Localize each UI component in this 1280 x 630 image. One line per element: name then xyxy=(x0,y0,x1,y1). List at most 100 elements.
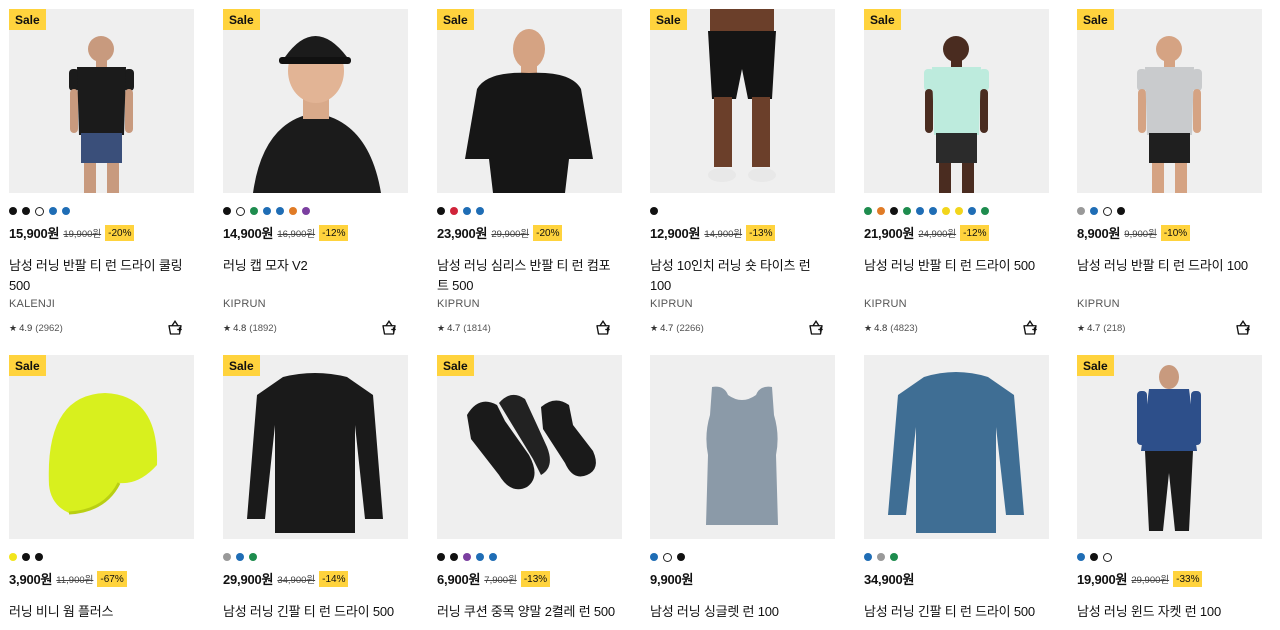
color-swatch[interactable] xyxy=(1090,553,1098,561)
product-title[interactable]: 러닝 비니 웜 플러스 xyxy=(9,602,189,622)
product-image[interactable]: Sale xyxy=(9,355,194,539)
color-swatch[interactable] xyxy=(223,207,231,215)
color-swatch[interactable] xyxy=(223,553,231,561)
color-swatch[interactable] xyxy=(476,553,484,561)
product-card[interactable]: Sale 19,900원 29,900원 -33% 남성 러닝 윈드 자켓 런 10… xyxy=(1077,355,1262,625)
color-swatch[interactable] xyxy=(489,553,497,561)
color-swatch[interactable] xyxy=(35,207,44,216)
product-image[interactable]: Sale xyxy=(864,9,1049,193)
product-title[interactable]: 남성 러닝 반팔 티 런 드라이 500 xyxy=(864,256,1044,276)
product-image[interactable]: Sale xyxy=(223,9,408,193)
color-swatch[interactable] xyxy=(942,207,950,215)
product-card[interactable]: Sale 21,900원 24,900원 -12% 남성 러닝 반팔 티 런 드라이… xyxy=(864,9,1049,339)
color-swatch[interactable] xyxy=(62,207,70,215)
color-swatch[interactable] xyxy=(1090,207,1098,215)
color-swatch[interactable] xyxy=(864,207,872,215)
product-card[interactable]: Sale 8,900원 9,900원 -10% 남성 러닝 반팔 티 런 드라이 1… xyxy=(1077,9,1262,339)
color-swatch[interactable] xyxy=(650,207,658,215)
product-title[interactable]: 남성 러닝 긴팔 티 런 드라이 500 xyxy=(864,602,1044,622)
color-swatch[interactable] xyxy=(968,207,976,215)
color-swatch[interactable] xyxy=(302,207,310,215)
color-swatch[interactable] xyxy=(864,553,872,561)
color-swatch[interactable] xyxy=(877,207,885,215)
product-card[interactable]: Sale 15,900원 19,900원 -20% 남성 러닝 반팔 티 런 드라이… xyxy=(9,9,194,339)
product-rating: ★ 4.8 (4823) xyxy=(864,323,918,334)
product-image[interactable]: Sale xyxy=(223,355,408,539)
product-card[interactable]: 34,900원 남성 러닝 긴팔 티 런 드라이 500 xyxy=(864,355,1049,625)
add-to-cart-button[interactable] xyxy=(807,319,825,337)
color-swatch[interactable] xyxy=(289,207,297,215)
color-swatch[interactable] xyxy=(877,553,885,561)
color-swatch[interactable] xyxy=(677,553,685,561)
color-swatch[interactable] xyxy=(236,553,244,561)
color-swatch[interactable] xyxy=(22,207,30,215)
product-title[interactable]: 남성 러닝 윈드 자켓 런 100 xyxy=(1077,602,1257,622)
sale-badge: Sale xyxy=(223,9,260,30)
color-swatch[interactable] xyxy=(463,207,471,215)
color-swatch[interactable] xyxy=(35,553,43,561)
sale-badge: Sale xyxy=(650,9,687,30)
color-swatch[interactable] xyxy=(890,207,898,215)
product-image[interactable]: Sale xyxy=(437,9,622,193)
add-to-cart-button[interactable] xyxy=(594,319,612,337)
color-swatch[interactable] xyxy=(1117,207,1125,215)
color-swatch[interactable] xyxy=(236,207,245,216)
product-title[interactable]: 남성 러닝 심리스 반팔 티 런 컴포트 500 xyxy=(437,256,617,296)
color-swatch[interactable] xyxy=(9,207,17,215)
product-image[interactable] xyxy=(864,355,1049,539)
add-to-cart-button[interactable] xyxy=(166,319,184,337)
product-title[interactable]: 러닝 쿠션 중목 양말 2켤레 런 500 xyxy=(437,602,617,622)
product-card[interactable]: Sale 6,900원 7,900원 -13% 러닝 쿠션 중목 양말 2켤레 런 … xyxy=(437,355,622,625)
color-swatch[interactable] xyxy=(650,553,658,561)
product-card[interactable]: Sale 12,900원 14,900원 -13% 남성 10인치 러닝 숏 타이츠… xyxy=(650,9,835,339)
product-title[interactable]: 남성 러닝 반팔 티 런 드라이 100 xyxy=(1077,256,1257,276)
color-swatch[interactable] xyxy=(263,207,271,215)
color-swatch[interactable] xyxy=(437,207,445,215)
product-card[interactable]: Sale 23,900원 29,900원 -20% 남성 러닝 심리스 반팔 티 런… xyxy=(437,9,622,339)
color-swatch[interactable] xyxy=(463,553,471,561)
color-swatch[interactable] xyxy=(890,553,898,561)
color-swatch[interactable] xyxy=(916,207,924,215)
color-swatch[interactable] xyxy=(9,553,17,561)
color-swatch[interactable] xyxy=(663,553,672,562)
color-swatch[interactable] xyxy=(250,207,258,215)
color-swatch[interactable] xyxy=(437,553,445,561)
color-swatch[interactable] xyxy=(476,207,484,215)
price-row: 12,900원 14,900원 -13% xyxy=(650,223,776,243)
add-to-cart-button[interactable] xyxy=(1021,319,1039,337)
product-card[interactable]: 9,900원 남성 러닝 싱글렛 런 100 xyxy=(650,355,835,625)
product-title[interactable]: 남성 러닝 긴팔 티 런 드라이 500 xyxy=(223,602,403,622)
product-image[interactable]: Sale xyxy=(437,355,622,539)
color-swatch[interactable] xyxy=(1077,553,1085,561)
add-to-cart-button[interactable] xyxy=(380,319,398,337)
color-swatch[interactable] xyxy=(981,207,989,215)
color-swatch[interactable] xyxy=(1077,207,1085,215)
color-swatch[interactable] xyxy=(22,553,30,561)
product-image[interactable]: Sale xyxy=(650,9,835,193)
color-swatch[interactable] xyxy=(450,207,458,215)
product-image[interactable] xyxy=(650,355,835,539)
product-card[interactable]: Sale 29,900원 34,900원 -14% 남성 러닝 긴팔 티 런 드라이… xyxy=(223,355,408,625)
color-swatch[interactable] xyxy=(1103,553,1112,562)
color-swatch[interactable] xyxy=(450,553,458,561)
product-image[interactable]: Sale xyxy=(1077,355,1262,539)
color-swatch[interactable] xyxy=(1103,207,1112,216)
product-title[interactable]: 남성 10인치 러닝 숏 타이츠 런 100 xyxy=(650,256,830,296)
discount-badge: -12% xyxy=(960,224,990,241)
product-image[interactable]: Sale xyxy=(9,9,194,193)
product-title[interactable]: 남성 러닝 반팔 티 런 드라이 쿨링 500 xyxy=(9,256,189,296)
color-swatch[interactable] xyxy=(955,207,963,215)
original-price: 16,900원 xyxy=(277,228,316,240)
product-title[interactable]: 남성 러닝 싱글렛 런 100 xyxy=(650,602,830,622)
add-to-cart-button[interactable] xyxy=(1234,319,1252,337)
product-title[interactable]: 러닝 캡 모자 V2 xyxy=(223,256,403,276)
color-swatch[interactable] xyxy=(49,207,57,215)
color-swatch[interactable] xyxy=(276,207,284,215)
color-swatch[interactable] xyxy=(249,553,257,561)
product-card[interactable]: Sale 14,900원 16,900원 -12% 러닝 캡 모자 V2 KIPRUN… xyxy=(223,9,408,339)
color-swatch[interactable] xyxy=(929,207,937,215)
product-card[interactable]: Sale 3,900원 11,900원 -67% 러닝 비니 웜 플러스 xyxy=(9,355,194,625)
product-image[interactable]: Sale xyxy=(1077,9,1262,193)
color-swatch[interactable] xyxy=(903,207,911,215)
original-price: 11,900원 xyxy=(56,574,94,586)
